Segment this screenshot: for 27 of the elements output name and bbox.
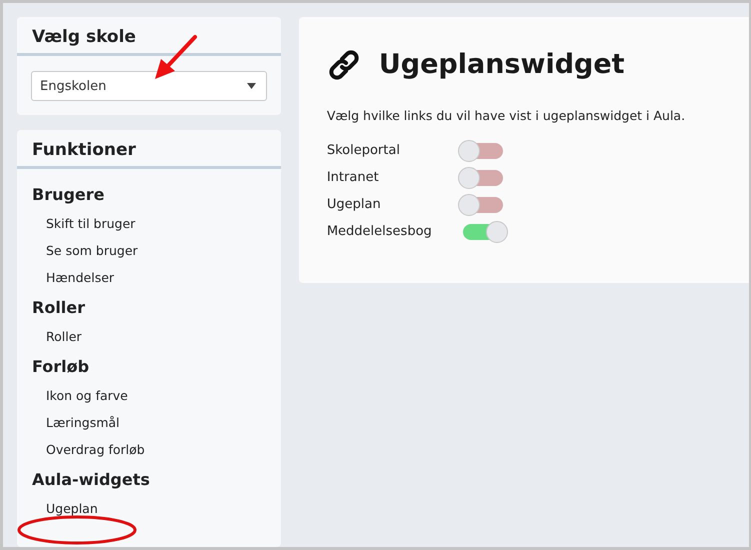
menu-item[interactable]: Ikon og farve bbox=[32, 387, 266, 414]
page-title: Ugeplanswidget bbox=[378, 49, 625, 80]
menu-item[interactable]: Læringsmål bbox=[32, 414, 266, 441]
section-heading: Forløb bbox=[32, 356, 90, 378]
link-icon bbox=[326, 50, 361, 80]
section-heading: Roller bbox=[32, 297, 86, 319]
toggle-switch[interactable] bbox=[458, 142, 503, 158]
menu-item[interactable]: Skift til bruger bbox=[32, 215, 266, 242]
menu-item[interactable]: Se som bruger bbox=[32, 242, 266, 269]
description-text: Vælg hvilke links du vil have vist i ugeplanswidget i Aula. bbox=[326, 108, 686, 123]
toggle-switch[interactable] bbox=[458, 170, 503, 186]
toggle-switch[interactable] bbox=[458, 196, 503, 212]
section-heading: Brugere bbox=[32, 184, 106, 206]
menu-item[interactable]: Overdrag forløb bbox=[32, 441, 266, 468]
menu-item[interactable]: Ugeplan bbox=[32, 500, 266, 527]
link-label: Meddelelsesbog bbox=[326, 224, 433, 239]
menu-item[interactable]: Roller bbox=[32, 328, 266, 355]
menu-item[interactable]: Hændelser bbox=[32, 269, 266, 296]
card-title: Funktioner bbox=[31, 139, 137, 162]
caret-icon bbox=[246, 83, 256, 89]
link-label: Skoleportal bbox=[326, 143, 401, 158]
card-title: Vælg skole bbox=[31, 26, 137, 49]
toggle-switch[interactable] bbox=[462, 224, 507, 240]
school-select[interactable]: Engskolen bbox=[31, 71, 267, 101]
section-heading: Aula-widgets bbox=[32, 469, 151, 491]
link-label: Ugeplan bbox=[326, 197, 382, 212]
link-label: Intranet bbox=[326, 170, 380, 185]
